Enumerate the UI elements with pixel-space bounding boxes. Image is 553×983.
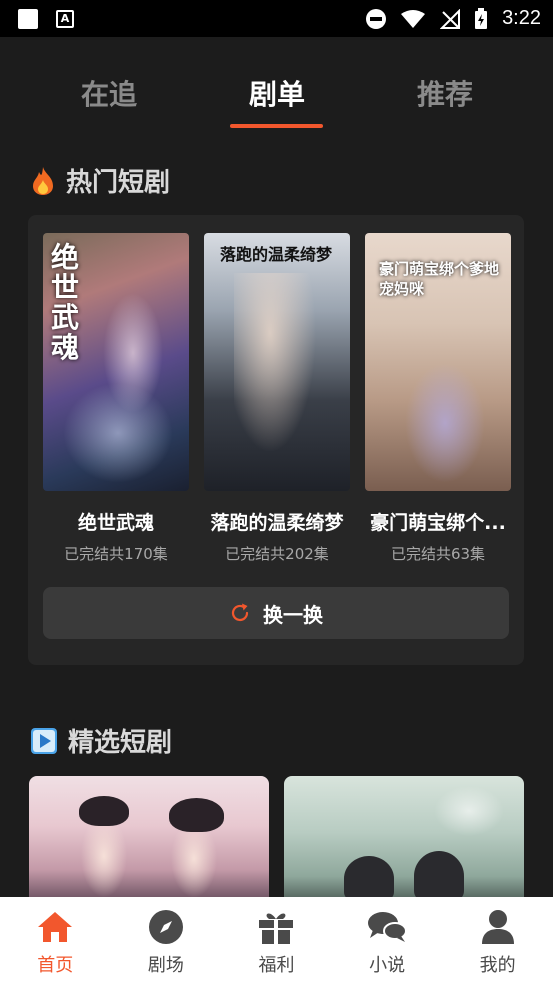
tab-following[interactable]: 在追 [81, 73, 137, 113]
active-tab-indicator [230, 124, 323, 128]
notification-icon [18, 8, 38, 29]
drama-cover-title: 落跑的温柔绮梦 [220, 245, 333, 264]
nav-profile[interactable]: 我的 [442, 897, 553, 983]
top-tabs: 在追 剧单 推荐 [0, 37, 553, 137]
nav-label: 我的 [479, 955, 516, 976]
play-icon [31, 727, 57, 754]
drama-episodes: 已完结共63集 [390, 545, 486, 563]
nav-label: 福利 [258, 955, 295, 976]
drama-cover[interactable]: 落跑的温柔绮梦 [204, 233, 350, 491]
nav-label: 剧场 [147, 955, 184, 976]
drama-name: 豪门萌宝绑个... [370, 512, 506, 534]
drama-cover[interactable]: 豪门萌宝绑个爹地宠妈咪 [365, 233, 511, 491]
featured-section-title: 精选短剧 [68, 728, 173, 758]
clock: 3:22 [502, 7, 541, 29]
drama-cover[interactable]: 绝世武魂 [43, 233, 189, 491]
compass-icon [146, 907, 186, 947]
wifi-icon [401, 9, 426, 28]
hot-section-header: 热门短剧 [30, 162, 170, 199]
nav-theater[interactable]: 剧场 [111, 897, 222, 983]
drama-cover-title: 绝世武魂 [51, 241, 80, 364]
tab-playlist[interactable]: 剧单 [249, 73, 305, 113]
bottom-nav: 首页 剧场 福利 小说 我的 [0, 897, 553, 983]
drama-name: 绝世武魂 [77, 512, 154, 534]
fire-icon [33, 166, 53, 195]
gift-icon [256, 907, 296, 947]
hot-dramas-card: 绝世武魂 绝世武魂 已完结共170集 落跑的温柔绮梦 落跑的温柔绮梦 已完结共2… [28, 215, 524, 665]
refresh-icon [231, 603, 249, 622]
nav-label: 小说 [369, 955, 406, 976]
user-icon [478, 907, 518, 947]
drama-name: 落跑的温柔绮梦 [210, 512, 344, 534]
a-notification-icon: A [56, 9, 74, 28]
nav-novel[interactable]: 小说 [332, 897, 443, 983]
tab-recommend[interactable]: 推荐 [417, 73, 473, 113]
refresh-button[interactable]: 换一换 [43, 587, 509, 639]
featured-drama-cover[interactable] [284, 776, 524, 901]
featured-section-header: 精选短剧 [30, 722, 172, 759]
drama-cover-title: 豪门萌宝绑个爹地宠妈咪 [379, 260, 500, 298]
home-icon [35, 907, 75, 947]
drama-item[interactable]: 绝世武魂 绝世武魂 已完结共170集 [43, 233, 189, 564]
battery-charging-icon [475, 7, 488, 29]
do-not-disturb-icon [366, 8, 387, 29]
chat-icon [367, 907, 408, 947]
nav-label: 首页 [37, 955, 74, 976]
drama-episodes: 已完结共170集 [64, 545, 168, 563]
drama-item[interactable]: 豪门萌宝绑个爹地宠妈咪 豪门萌宝绑个... 已完结共63集 [365, 233, 511, 564]
drama-item[interactable]: 落跑的温柔绮梦 落跑的温柔绮梦 已完结共202集 [204, 233, 350, 564]
drama-episodes: 已完结共202集 [225, 545, 329, 563]
no-signal-icon [440, 8, 461, 29]
nav-home[interactable]: 首页 [0, 897, 111, 983]
featured-drama-cover[interactable] [29, 776, 269, 901]
status-bar: A 3:22 [0, 0, 553, 37]
nav-benefits[interactable]: 福利 [221, 897, 332, 983]
hot-section-title: 热门短剧 [66, 168, 171, 198]
refresh-label: 换一换 [263, 602, 323, 627]
